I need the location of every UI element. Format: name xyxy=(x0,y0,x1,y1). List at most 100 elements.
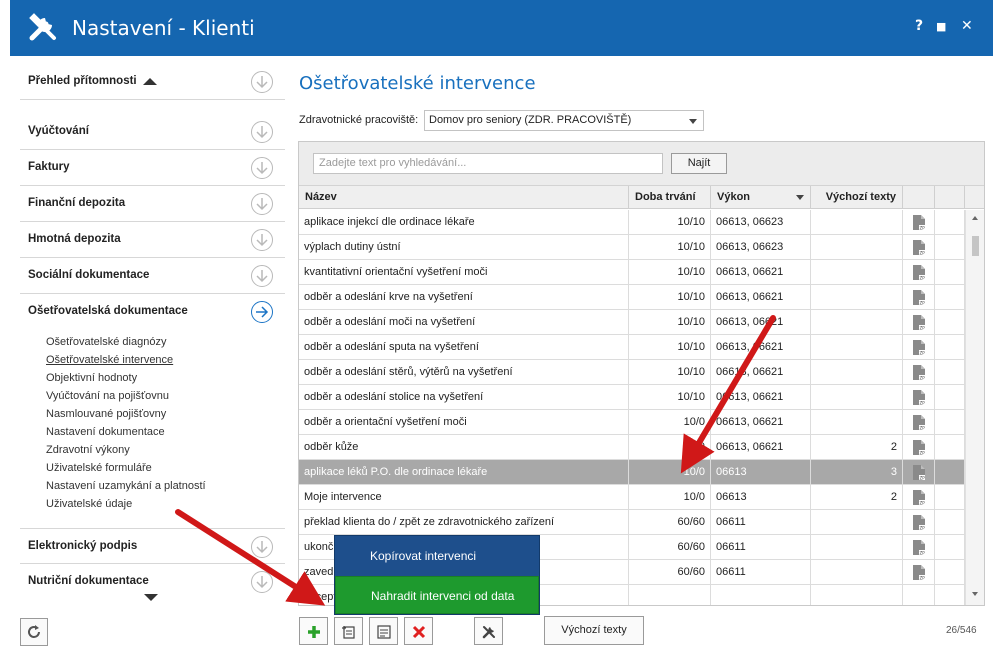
sidebar-section-prehled[interactable]: Přehled přítomnosti xyxy=(20,70,285,100)
sidebar-subitem[interactable]: Nasmlouvané pojišťovny xyxy=(46,408,166,420)
search-button[interactable]: Najít xyxy=(671,153,727,174)
svg-text:ZP: ZP xyxy=(920,300,926,305)
section-label: Nutriční dokumentace xyxy=(28,575,149,587)
column-header-doba[interactable]: Doba trvání xyxy=(629,186,711,209)
document-icon[interactable]: ZP xyxy=(912,389,926,406)
default-texts-button[interactable]: Výchozí texty xyxy=(544,616,644,645)
document-icon[interactable]: ZP xyxy=(912,289,926,306)
table-row[interactable]: aplikace léků P.O. dle ordinace lékaře 10… xyxy=(299,460,965,485)
table-row[interactable]: překlad klienta do / zpět ze zdravotnick… xyxy=(299,510,965,535)
table-row[interactable]: odběr a orientační vyšetření moči 10/0 066… xyxy=(299,410,965,435)
sidebar-subitem[interactable]: Vyúčtování na pojišťovnu xyxy=(46,390,169,402)
delete-button[interactable] xyxy=(404,617,433,645)
sidebar-scroll-down[interactable] xyxy=(144,594,158,601)
workplace-select[interactable]: Domov pro seniory (ZDR. PRACOVIŠTĚ) xyxy=(424,110,704,131)
sidebar-section-vyuctovani[interactable]: Vyúčtování xyxy=(20,114,285,150)
edit-button[interactable] xyxy=(369,617,398,645)
document-icon[interactable]: ZP xyxy=(912,339,926,356)
document-icon[interactable]: ZP xyxy=(912,514,926,531)
table-row[interactable]: odběr a odeslání stolice na vyšetření 10/… xyxy=(299,385,965,410)
menu-item-copy-intervention[interactable]: Kopírovat intervenci xyxy=(335,537,539,575)
maximize-button[interactable]: ■ xyxy=(936,20,946,33)
table-row[interactable]: aplikace injekcí dle ordinace lékaře 10/1… xyxy=(299,210,965,235)
refresh-icon xyxy=(28,625,40,638)
copy-menu-button[interactable] xyxy=(334,617,363,645)
cell-vykon: 06613, 06621 xyxy=(711,285,811,310)
scroll-down-icon[interactable] xyxy=(972,592,978,596)
cell-name: Moje intervence xyxy=(299,485,629,510)
svg-text:ZP: ZP xyxy=(920,475,926,480)
help-button[interactable]: ? xyxy=(915,18,923,34)
tools-icon xyxy=(29,13,56,41)
cell-extra xyxy=(935,460,965,485)
cell-vykon xyxy=(711,585,811,605)
column-header-extra xyxy=(935,186,965,209)
cell-extra xyxy=(935,585,965,605)
document-icon[interactable]: ZP xyxy=(912,239,926,256)
sidebar-section-elektronicky-podpis[interactable]: Elektronický podpis xyxy=(20,528,285,564)
cell-default-texts: 2 xyxy=(811,435,903,460)
table-row[interactable]: odběr a odeslání stěrů, výtěrů na vyšetř… xyxy=(299,360,965,385)
column-header-texty[interactable]: Výchozí texty xyxy=(811,186,903,209)
svg-text:ZP: ZP xyxy=(920,525,926,530)
cell-extra xyxy=(935,285,965,310)
document-icon[interactable]: ZP xyxy=(912,489,926,506)
sidebar-subitem[interactable]: Uživatelské údaje xyxy=(46,498,132,510)
cell-vykon: 06613, 06621 xyxy=(711,260,811,285)
table-row[interactable]: odběr a odeslání krve na vyšetření 10/10 0… xyxy=(299,285,965,310)
table-row[interactable]: odběr kůže 10/0 06613, 06621 2 ZP xyxy=(299,435,965,460)
refresh-button[interactable] xyxy=(20,618,48,646)
document-icon[interactable]: ZP xyxy=(912,214,926,231)
cell-extra xyxy=(935,235,965,260)
svg-text:ZP: ZP xyxy=(920,250,926,255)
document-icon[interactable]: ZP xyxy=(912,414,926,431)
scroll-up-icon[interactable] xyxy=(972,216,978,220)
document-icon[interactable]: ZP xyxy=(912,439,926,456)
close-button[interactable]: ✕ xyxy=(961,18,973,34)
menu-item-replace-intervention[interactable]: Nahradit intervenci od data xyxy=(335,576,539,614)
sidebar-subitem[interactable]: Nastavení uzamykání a platností xyxy=(46,480,206,492)
sidebar-subitem-current[interactable]: Ošetřovatelské intervence xyxy=(46,354,173,366)
column-header-nazev[interactable]: Název xyxy=(299,186,629,209)
document-icon[interactable]: ZP xyxy=(912,314,926,331)
settings-button[interactable] xyxy=(474,617,503,645)
table-row[interactable]: kvantitativní orientační vyšetření moči 1… xyxy=(299,260,965,285)
document-icon[interactable]: ZP xyxy=(912,464,926,481)
cell-extra xyxy=(935,560,965,585)
sidebar-section-faktury[interactable]: Faktury xyxy=(20,150,285,186)
cell-icon: ZP xyxy=(903,210,935,235)
svg-text:ZP: ZP xyxy=(920,350,926,355)
column-header-vykon[interactable]: Výkon xyxy=(711,186,811,209)
sidebar-subitem[interactable]: Objektivní hodnoty xyxy=(46,372,137,384)
table-row[interactable]: Moje intervence 10/0 06613 2 ZP xyxy=(299,485,965,510)
document-icon[interactable]: ZP xyxy=(912,564,926,581)
sidebar-section-socialni-dokumentace[interactable]: Sociální dokumentace xyxy=(20,258,285,294)
scroll-thumb[interactable] xyxy=(972,236,979,256)
cell-name: odběr a odeslání sputa na vyšetření xyxy=(299,335,629,360)
cell-extra xyxy=(935,385,965,410)
section-label: Ošetřovatelská dokumentace xyxy=(28,305,188,317)
sidebar-section-financni-depozita[interactable]: Finanční depozita xyxy=(20,186,285,222)
grid-scrollbar[interactable] xyxy=(965,210,984,605)
table-row[interactable]: odběr a odeslání moči na vyšetření 10/10 0… xyxy=(299,310,965,335)
svg-text:ZP: ZP xyxy=(920,500,926,505)
table-row[interactable]: odběr a odeslání sputa na vyšetření 10/10… xyxy=(299,335,965,360)
table-row[interactable]: výplach dutiny ústní 10/10 06613, 06623 ZP xyxy=(299,235,965,260)
cell-vykon: 06613 xyxy=(711,485,811,510)
sidebar-subitem[interactable]: Ošetřovatelské diagnózy xyxy=(46,336,166,348)
cell-name: překlad klienta do / zpět ze zdravotnick… xyxy=(299,510,629,535)
search-input[interactable]: Zadejte text pro vyhledávání... xyxy=(313,153,663,174)
document-icon[interactable]: ZP xyxy=(912,539,926,556)
document-icon[interactable]: ZP xyxy=(912,264,926,281)
cell-extra xyxy=(935,485,965,510)
sidebar-section-hmotna-depozita[interactable]: Hmotná depozita xyxy=(20,222,285,258)
document-icon[interactable]: ZP xyxy=(912,364,926,381)
expand-circle-icon xyxy=(251,536,273,558)
cell-vykon: 06613, 06621 xyxy=(711,360,811,385)
add-button[interactable] xyxy=(299,617,328,645)
cell-icon: ZP xyxy=(903,385,935,410)
sidebar-subitem[interactable]: Nastavení dokumentace xyxy=(46,426,165,438)
sidebar-section-osetrovatelska-dokumentace[interactable]: Ošetřovatelská dokumentace xyxy=(20,294,285,330)
sidebar-subitem[interactable]: Uživatelské formuláře xyxy=(46,462,152,474)
sidebar-subitem[interactable]: Zdravotní výkony xyxy=(46,444,130,456)
